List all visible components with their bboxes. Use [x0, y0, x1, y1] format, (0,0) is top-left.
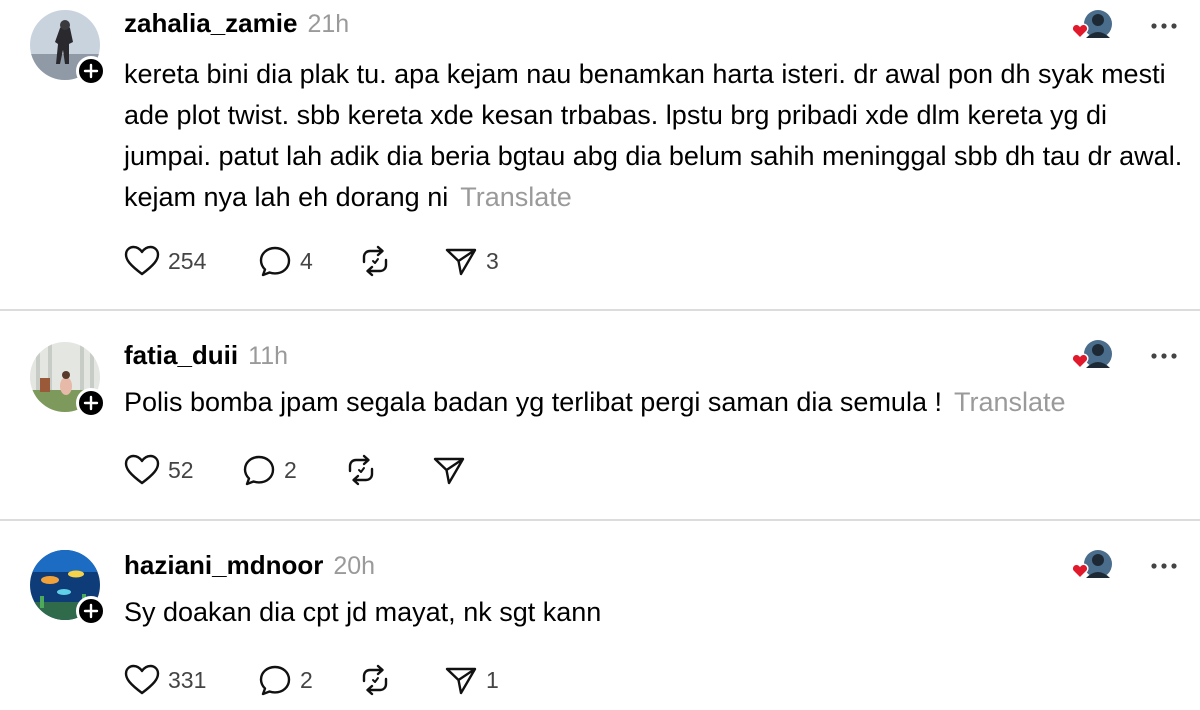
reply-post: haziani_mdnoor 20h Sy doakan dia cpt jd …: [0, 520, 1200, 710]
reply-button[interactable]: 2: [242, 450, 344, 490]
post-text-content: Sy doakan dia cpt jd mayat, nk sgt kann: [124, 597, 602, 627]
more-dots-icon[interactable]: [1150, 548, 1178, 584]
repost-button[interactable]: [358, 241, 444, 281]
paper-plane-icon: [433, 457, 465, 485]
share-button[interactable]: [432, 450, 512, 490]
post-actions: 331 2 1: [124, 660, 524, 700]
translate-link[interactable]: Translate: [954, 387, 1066, 417]
liked-by-author-icon: [1070, 338, 1114, 374]
reply-count: 4: [300, 247, 313, 274]
timestamp[interactable]: 11h: [248, 342, 288, 371]
post-text-content: Polis bomba jpam segala badan yg terliba…: [124, 387, 942, 417]
reply-post: zahalia_zamie 21h kereta bini dia plak t…: [0, 0, 1200, 310]
like-button[interactable]: 331: [124, 660, 258, 700]
paper-plane-icon: [445, 248, 477, 276]
threads-replies-feed: zahalia_zamie 21h kereta bini dia plak t…: [0, 0, 1200, 710]
avatar[interactable]: [30, 342, 106, 418]
paper-plane-icon: [445, 667, 477, 695]
like-button[interactable]: 254: [124, 241, 258, 281]
like-count: 331: [168, 666, 207, 693]
plus-badge-icon[interactable]: [76, 596, 106, 626]
post-header: fatia_duii 11h: [124, 340, 288, 376]
post-text-content: kereta bini dia plak tu. apa kejam nau b…: [124, 59, 1183, 212]
timestamp[interactable]: 21h: [307, 10, 349, 39]
post-text: Sy doakan dia cpt jd mayat, nk sgt kann: [124, 592, 1184, 633]
post-header: haziani_mdnoor 20h: [124, 550, 375, 586]
speech-bubble-icon: [243, 455, 275, 486]
post-top-right: [1070, 8, 1178, 44]
reply-button[interactable]: 4: [258, 241, 358, 281]
heart-outline-icon: [124, 245, 160, 276]
reply-button[interactable]: 2: [258, 660, 358, 700]
reply-count: 2: [300, 666, 313, 693]
share-button[interactable]: 1: [444, 660, 524, 700]
timestamp[interactable]: 20h: [333, 552, 375, 581]
like-count: 52: [168, 456, 194, 483]
post-text: kereta bini dia plak tu. apa kejam nau b…: [124, 54, 1184, 218]
speech-bubble-icon: [259, 246, 291, 277]
repost-arrows-icon: [348, 454, 374, 486]
post-header: zahalia_zamie 21h: [124, 8, 349, 44]
heart-outline-icon: [124, 664, 160, 695]
reply-post: fatia_duii 11h Polis bomba jpam segala b…: [0, 310, 1200, 520]
share-count: 1: [486, 666, 499, 693]
post-text: Polis bomba jpam segala badan yg terliba…: [124, 382, 1184, 423]
more-dots-icon[interactable]: [1150, 338, 1178, 374]
avatar[interactable]: [30, 550, 106, 626]
like-count: 254: [168, 247, 207, 274]
heart-outline-icon: [124, 454, 160, 485]
reply-count: 2: [284, 456, 297, 483]
translate-link[interactable]: Translate: [460, 182, 572, 212]
username[interactable]: fatia_duii: [124, 340, 238, 371]
repost-button[interactable]: [358, 660, 444, 700]
more-dots-icon[interactable]: [1150, 8, 1178, 44]
plus-badge-icon[interactable]: [76, 56, 106, 86]
like-button[interactable]: 52: [124, 450, 242, 490]
repost-arrows-icon: [362, 664, 388, 696]
liked-by-author-icon: [1070, 548, 1114, 584]
post-top-right: [1070, 548, 1178, 584]
username[interactable]: haziani_mdnoor: [124, 550, 323, 581]
repost-arrows-icon: [362, 245, 388, 277]
username[interactable]: zahalia_zamie: [124, 8, 297, 39]
repost-button[interactable]: [344, 450, 432, 490]
speech-bubble-icon: [259, 665, 291, 696]
share-button[interactable]: 3: [444, 241, 524, 281]
share-count: 3: [486, 247, 499, 274]
post-actions: 52 2: [124, 450, 512, 490]
liked-by-author-icon: [1070, 8, 1114, 44]
avatar[interactable]: [30, 10, 106, 86]
plus-badge-icon[interactable]: [76, 388, 106, 418]
post-actions: 254 4 3: [124, 241, 524, 281]
post-top-right: [1070, 338, 1178, 374]
